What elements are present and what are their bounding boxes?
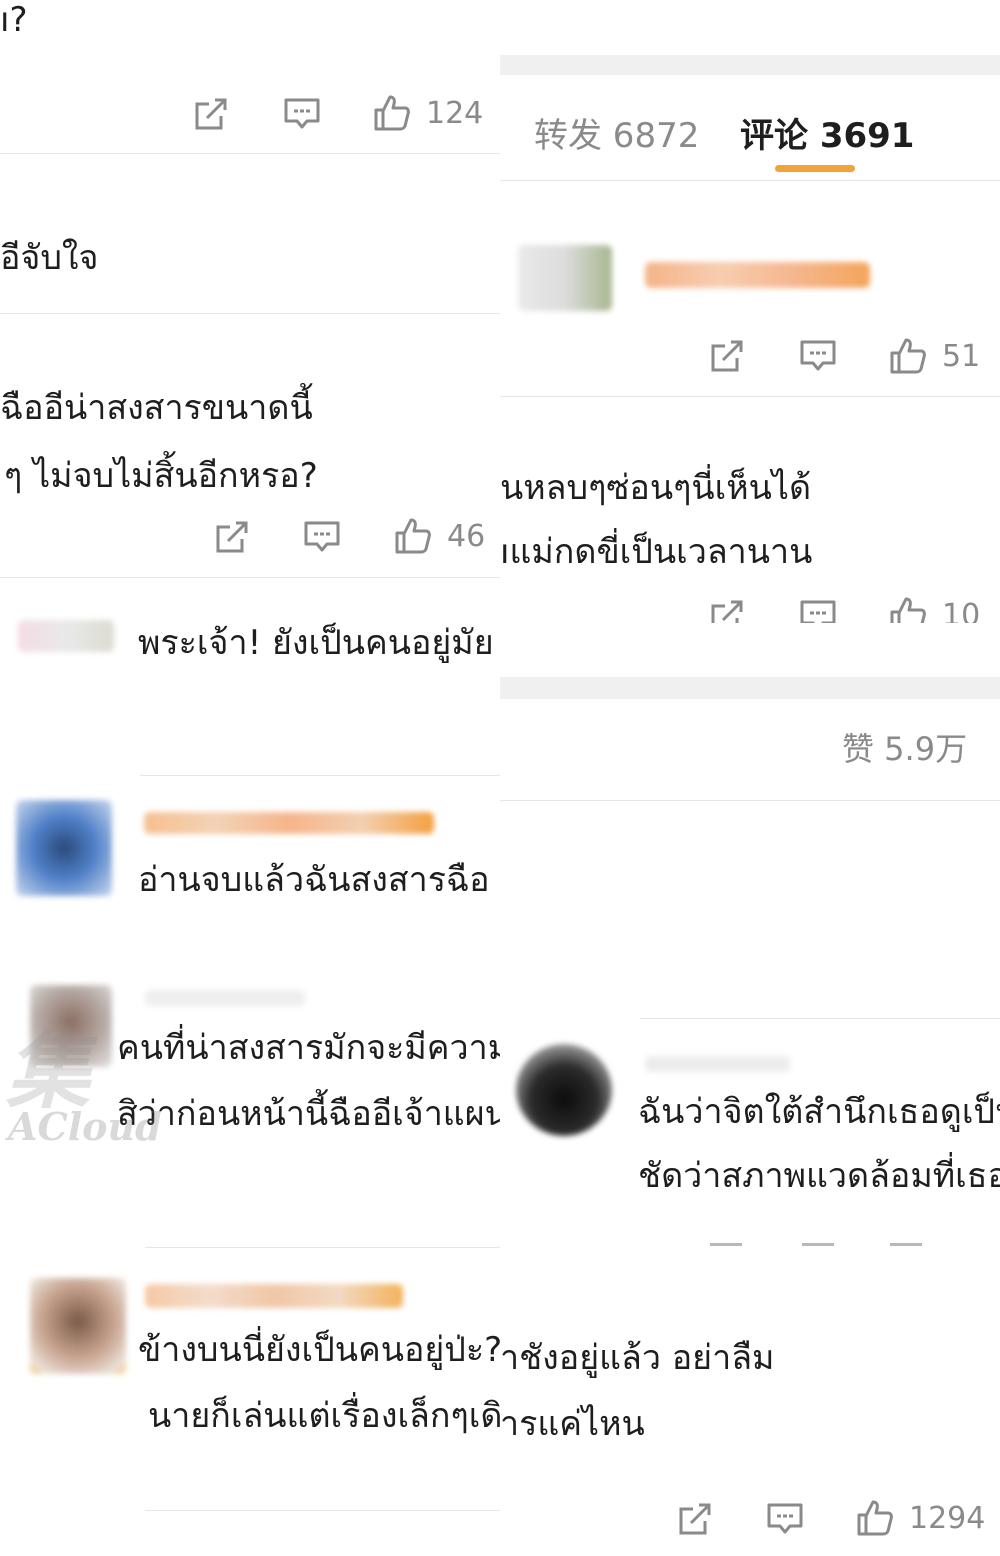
thumbs-up-icon bbox=[890, 1243, 922, 1246]
comment-button[interactable] bbox=[799, 598, 837, 623]
comment-text: อ่านจบแล้วฉันสงสารฉือ bbox=[138, 860, 490, 900]
share-button[interactable] bbox=[709, 598, 745, 623]
avatar bbox=[18, 620, 114, 652]
comment-text: ข้างบนนี่ยังเป็นคนอยู่ป่ะ? bbox=[138, 1330, 500, 1370]
thumbs-up-icon bbox=[395, 518, 431, 554]
like-button[interactable]: 124 bbox=[372, 93, 483, 133]
likes-summary[interactable]: 赞 5.9万 bbox=[842, 730, 967, 768]
share-button[interactable] bbox=[193, 96, 229, 132]
divider bbox=[500, 180, 1000, 181]
divider bbox=[140, 775, 500, 776]
comment-icon bbox=[304, 521, 340, 552]
like-count: 10 bbox=[942, 597, 981, 624]
action-bar-clipped bbox=[500, 1240, 1000, 1250]
like-count: 51 bbox=[942, 338, 981, 374]
thumbs-up-icon bbox=[374, 95, 410, 131]
avatar bbox=[516, 1044, 612, 1136]
divider bbox=[0, 153, 500, 154]
post-text-line: ıแม่กดขี่เป็นเวลานาน bbox=[500, 532, 813, 572]
avatar bbox=[518, 245, 612, 311]
like-button[interactable]: 1294 bbox=[855, 1498, 985, 1538]
divider bbox=[145, 1510, 500, 1511]
thumbs-up-icon bbox=[890, 338, 926, 374]
share-icon bbox=[216, 521, 248, 553]
like-count: 1294 bbox=[909, 1500, 986, 1536]
comment-icon bbox=[802, 1243, 834, 1246]
comment-text: ฉันว่าจิตใต้สำนึกเธอดูเป็นค bbox=[638, 1092, 1000, 1132]
avatar bbox=[16, 800, 112, 896]
comment-button[interactable] bbox=[283, 96, 321, 132]
like-button[interactable]: 46 bbox=[393, 516, 485, 556]
like-button[interactable]: 10 bbox=[888, 595, 980, 623]
comment-text: คนที่น่าสงสารมักจะมีความ bbox=[117, 1028, 500, 1068]
tab-comments[interactable]: 评论 3691 bbox=[740, 108, 914, 157]
share-button[interactable] bbox=[214, 519, 250, 555]
comment-icon bbox=[767, 1503, 803, 1534]
comment-text: ำชังอยู่แล้ว อย่าลืม bbox=[500, 1338, 775, 1378]
left-screenshot-panel: ı? 124 อีจับใจ ฉืออีน่าสงสารขนาดนี้ ๆ ไม… bbox=[0, 0, 500, 1556]
divider bbox=[500, 396, 1000, 397]
share-icon bbox=[710, 1243, 742, 1246]
comment-icon bbox=[284, 98, 320, 129]
comment-text: สิว่าก่อนหน้านี้ฉืออีเจ้าแผน bbox=[117, 1094, 500, 1134]
comment-text: ารแค่ไหน bbox=[500, 1404, 645, 1444]
username bbox=[645, 1056, 790, 1072]
avatar bbox=[30, 1278, 126, 1374]
post-text-line: อีจับใจ bbox=[0, 238, 99, 278]
comment-icon bbox=[800, 600, 836, 623]
username bbox=[645, 262, 870, 288]
comment-text: พระเจ้า! ยังเป็นคนอยู่มัย bbox=[138, 623, 494, 663]
share-icon bbox=[679, 1503, 711, 1535]
divider bbox=[640, 1018, 1000, 1019]
post-text-line: ๆ ไม่จบไม่สิ้นอีกหรอ? bbox=[4, 456, 318, 496]
watermark-text: ACloud bbox=[8, 1104, 162, 1149]
divider bbox=[0, 577, 500, 578]
comment-button[interactable] bbox=[766, 1501, 804, 1537]
divider bbox=[0, 313, 500, 314]
comment-text: ชัดว่าสภาพแวดล้อมที่เธอถูก bbox=[638, 1156, 1000, 1196]
section-gap bbox=[500, 55, 1000, 75]
share-button[interactable] bbox=[709, 338, 745, 374]
post-text-line: นหลบๆซ่อนๆนี่เห็นได้ bbox=[500, 468, 812, 508]
share-button[interactable] bbox=[677, 1501, 713, 1537]
like-count: 124 bbox=[426, 95, 484, 131]
active-tab-indicator bbox=[775, 165, 855, 172]
thumbs-up-icon bbox=[890, 597, 926, 623]
username bbox=[145, 1284, 403, 1308]
divider bbox=[500, 800, 1000, 801]
divider bbox=[145, 1247, 500, 1248]
right-screenshot-panel: 转发 6872 评论 3691 51 นหลบๆซ่อนๆนี่เห็นได้ … bbox=[500, 0, 1000, 1556]
top-text-fragment: ı? bbox=[0, 0, 28, 40]
action-bar-clipped: 10 bbox=[500, 595, 1000, 623]
like-count: 46 bbox=[447, 518, 486, 554]
section-gap bbox=[500, 677, 1000, 699]
like-button[interactable]: 51 bbox=[888, 336, 980, 376]
share-icon bbox=[711, 340, 743, 372]
comment-icon bbox=[800, 340, 836, 371]
comment-button[interactable] bbox=[303, 519, 341, 555]
username bbox=[144, 812, 434, 834]
comment-button[interactable] bbox=[799, 338, 837, 374]
post-text-line: ฉืออีน่าสงสารขนาดนี้ bbox=[0, 388, 313, 428]
comment-text: นายก็เล่นแต่เรื่องเล็กๆเดิม bbox=[148, 1396, 500, 1436]
share-icon bbox=[711, 600, 743, 623]
username bbox=[145, 990, 305, 1006]
tab-reposts[interactable]: 转发 6872 bbox=[534, 108, 699, 157]
thumbs-up-icon bbox=[857, 1500, 893, 1536]
share-icon bbox=[195, 98, 227, 130]
